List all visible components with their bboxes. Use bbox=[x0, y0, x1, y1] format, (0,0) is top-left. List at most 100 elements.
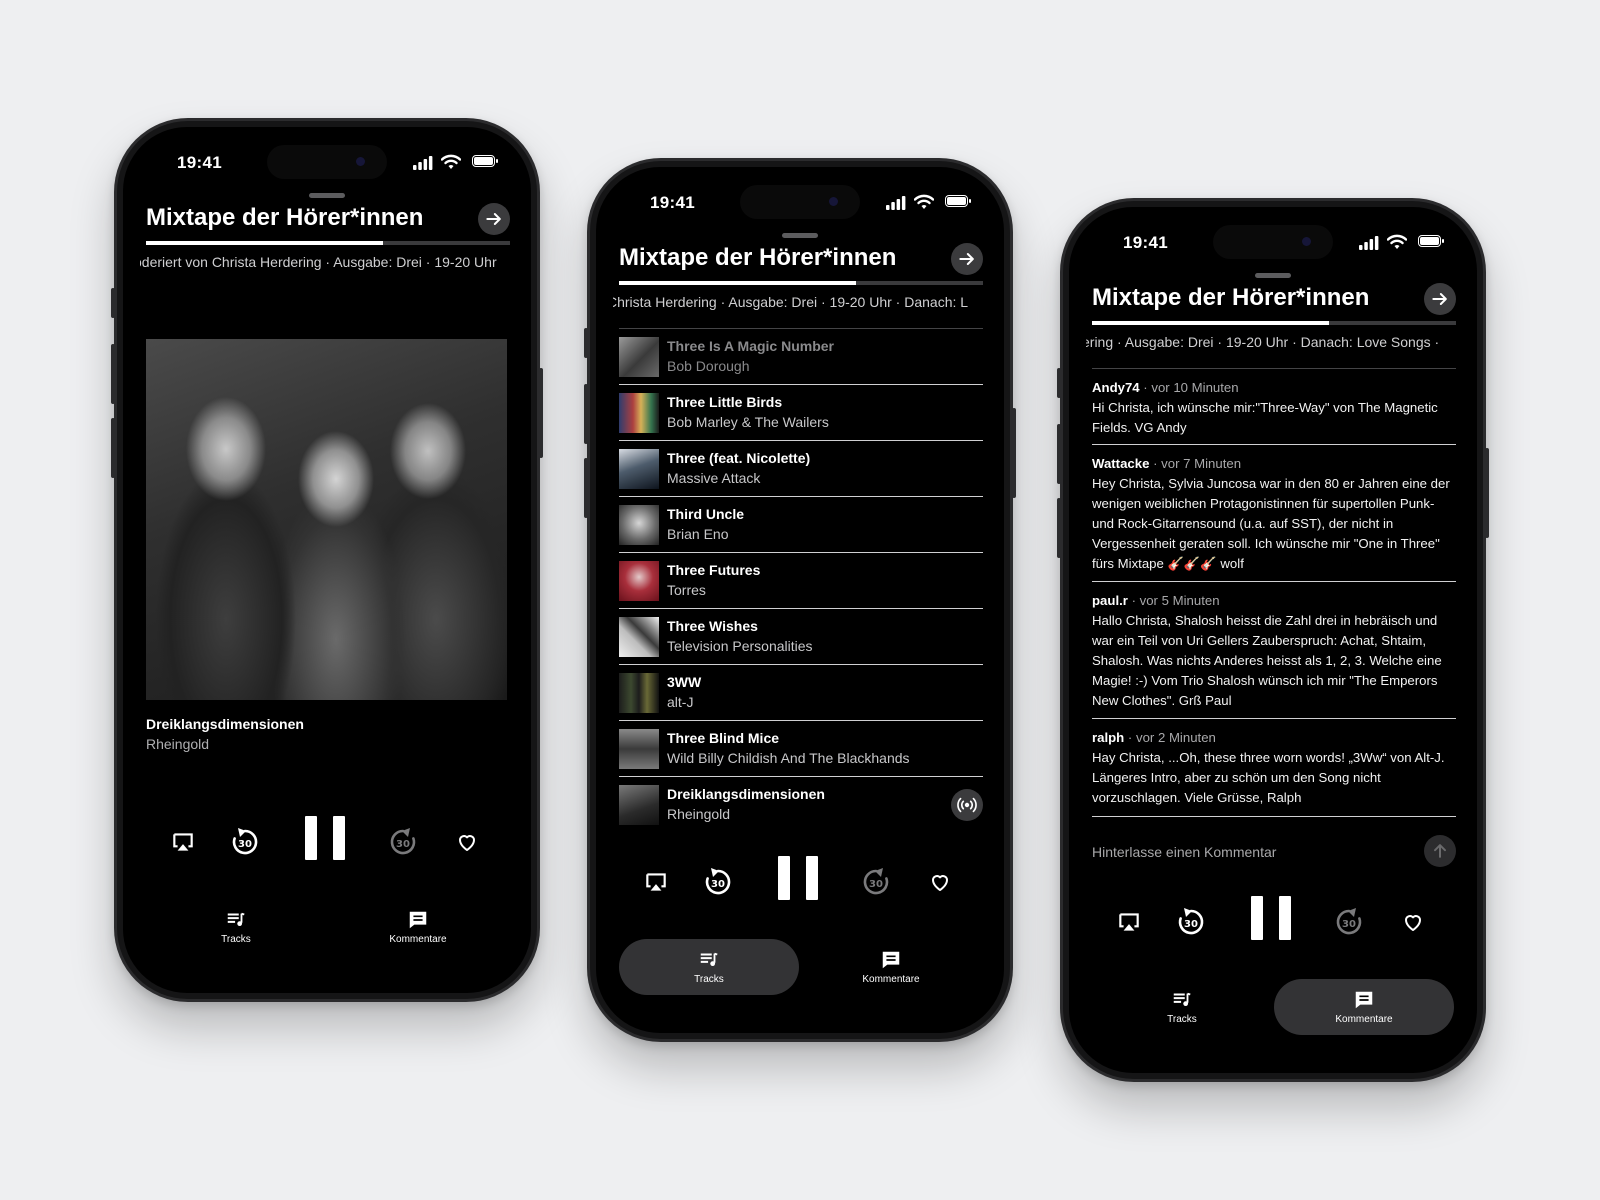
airplay-button[interactable] bbox=[634, 860, 678, 904]
progress-fill bbox=[619, 281, 856, 285]
status-bar: 19:41 bbox=[596, 193, 1004, 215]
progress-fill bbox=[146, 241, 383, 245]
pause-button[interactable] bbox=[1251, 896, 1291, 944]
like-button[interactable] bbox=[918, 860, 962, 904]
tab-tracks[interactable]: Tracks bbox=[146, 899, 326, 955]
tab-tracks[interactable]: Tracks bbox=[1092, 979, 1272, 1035]
send-button[interactable] bbox=[1424, 835, 1456, 867]
heart-icon bbox=[1401, 910, 1425, 934]
wifi-icon bbox=[914, 194, 934, 210]
heart-icon bbox=[928, 870, 952, 894]
page-title: Mixtape der Hörer*innen bbox=[146, 204, 424, 231]
track-item[interactable]: Three Is A Magic Number Bob Dorough bbox=[619, 329, 983, 385]
bottom-tabs: Tracks Kommentare bbox=[619, 939, 983, 995]
send-arrow-up-icon bbox=[1430, 841, 1450, 861]
arrow-right-icon bbox=[484, 209, 504, 229]
comment-icon bbox=[880, 949, 902, 971]
track-title: Three (feat. Nicolette) bbox=[667, 450, 811, 466]
track-item[interactable]: Three Little Birds Bob Marley & The Wail… bbox=[619, 385, 983, 441]
sheet-handle[interactable] bbox=[782, 233, 818, 238]
track-artist: Bob Dorough bbox=[667, 358, 750, 374]
comment-input[interactable]: Hinterlasse einen Kommentar bbox=[1092, 844, 1276, 860]
status-time: 19:41 bbox=[1123, 233, 1168, 252]
comment-author: ralph bbox=[1092, 730, 1125, 745]
comment-author: Wattacke bbox=[1092, 456, 1150, 471]
track-artist: alt-J bbox=[667, 694, 694, 710]
track-thumbnail bbox=[619, 785, 659, 825]
tab-comments-label: Kommentare bbox=[389, 934, 447, 945]
screen: 19:41 Mixtape der Hörer*innen oderiert v… bbox=[123, 127, 531, 993]
comment-time: · vor 7 Minuten bbox=[1149, 456, 1242, 471]
track-item[interactable]: Three Wishes Television Personalities bbox=[619, 609, 983, 665]
next-button[interactable] bbox=[951, 243, 983, 275]
battery-icon bbox=[1418, 235, 1444, 247]
track-artist: Television Personalities bbox=[667, 638, 813, 654]
now-playing-artist: Rheingold bbox=[146, 736, 210, 752]
rewind-30-button[interactable] bbox=[223, 820, 267, 864]
rewind-30-button[interactable] bbox=[1169, 900, 1213, 944]
comment-item: ralph · vor 2 Minuten Hay Christa, ...Oh… bbox=[1092, 719, 1456, 817]
comment-icon bbox=[1353, 989, 1375, 1011]
track-title: Three Blind Mice bbox=[667, 730, 780, 746]
status-bar: 19:41 bbox=[1069, 233, 1477, 255]
like-button[interactable] bbox=[445, 820, 489, 864]
track-artist: Torres bbox=[667, 582, 706, 598]
status-bar: 19:41 bbox=[123, 153, 531, 175]
track-thumbnail bbox=[619, 505, 659, 545]
show-info-ticker: ering · Ausgabe: Drei · 19-20 Uhr · Dana… bbox=[1086, 333, 1460, 353]
tab-comments-label: Kommentare bbox=[862, 974, 920, 985]
track-title: Third Uncle bbox=[667, 506, 745, 522]
track-title: 3WW bbox=[667, 674, 702, 690]
tab-comments[interactable]: Kommentare bbox=[801, 939, 981, 995]
forward-30-button[interactable] bbox=[1327, 900, 1371, 944]
live-button[interactable] bbox=[951, 789, 983, 821]
rewind-30-icon bbox=[702, 866, 734, 898]
show-info-ticker: Christa Herdering · Ausgabe: Drei · 19-2… bbox=[613, 293, 987, 313]
rewind-30-button[interactable] bbox=[696, 860, 740, 904]
tab-comments[interactable]: Kommentare bbox=[328, 899, 508, 955]
airplay-icon bbox=[643, 869, 669, 895]
track-thumbnail bbox=[619, 729, 659, 769]
track-thumbnail bbox=[619, 449, 659, 489]
pause-button[interactable] bbox=[305, 816, 345, 864]
phone-comments: 19:41 Mixtape der Hörer*innen ering · Au… bbox=[1057, 198, 1489, 1082]
status-time: 19:41 bbox=[177, 153, 222, 172]
page-title: Mixtape der Hörer*innen bbox=[619, 244, 897, 271]
forward-30-button[interactable] bbox=[854, 860, 898, 904]
sheet-handle[interactable] bbox=[309, 193, 345, 198]
track-item[interactable]: 3WW alt-J bbox=[619, 665, 983, 721]
tab-tracks-label: Tracks bbox=[694, 974, 724, 985]
tab-tracks[interactable]: Tracks bbox=[619, 939, 799, 995]
ticker-text: ering · Ausgabe: Drei · 19-20 Uhr · Dana… bbox=[1086, 334, 1440, 350]
comment-text: Hallo Christa, Shalosh heisst die Zahl d… bbox=[1092, 613, 1442, 708]
track-artist: Rheingold bbox=[667, 806, 731, 822]
forward-30-button[interactable] bbox=[381, 820, 425, 864]
comment-author: Andy74 bbox=[1092, 380, 1140, 395]
track-item[interactable]: Three (feat. Nicolette) Massive Attack bbox=[619, 441, 983, 497]
player-controls bbox=[596, 856, 1004, 916]
airplay-button[interactable] bbox=[1107, 900, 1151, 944]
track-item[interactable]: Three Blind Mice Wild Billy Childish And… bbox=[619, 721, 983, 777]
track-title: Three Futures bbox=[667, 562, 761, 578]
forward-30-icon bbox=[1333, 906, 1365, 938]
next-button[interactable] bbox=[1424, 283, 1456, 315]
like-button[interactable] bbox=[1391, 900, 1435, 944]
ticker-text: oderiert von Christa Herdering · Ausgabe… bbox=[140, 254, 497, 270]
forward-30-icon bbox=[860, 866, 892, 898]
track-item[interactable]: Third Uncle Brian Eno bbox=[619, 497, 983, 553]
album-cover bbox=[146, 339, 507, 700]
track-title: Three Is A Magic Number bbox=[667, 338, 835, 354]
track-thumbnail bbox=[619, 393, 659, 433]
track-title: Three Wishes bbox=[667, 618, 758, 634]
track-item[interactable]: Three Futures Torres bbox=[619, 553, 983, 609]
track-item-current[interactable]: Dreiklangsdimensionen Rheingold bbox=[619, 777, 983, 833]
signal-icon bbox=[886, 196, 906, 210]
next-button[interactable] bbox=[478, 203, 510, 235]
sheet-handle[interactable] bbox=[1255, 273, 1291, 278]
tab-tracks-label: Tracks bbox=[221, 934, 251, 945]
airplay-button[interactable] bbox=[161, 820, 205, 864]
track-title: Dreiklangsdimensionen bbox=[667, 786, 825, 802]
wifi-icon bbox=[441, 154, 461, 170]
tab-comments[interactable]: Kommentare bbox=[1274, 979, 1454, 1035]
pause-button[interactable] bbox=[778, 856, 818, 904]
